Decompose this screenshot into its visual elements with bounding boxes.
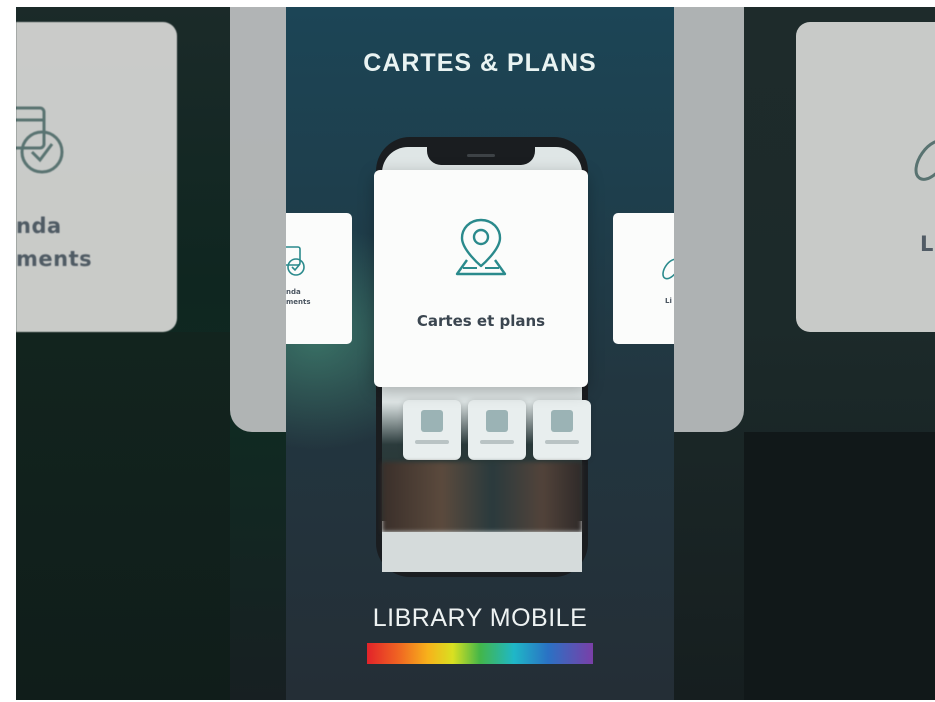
side-card-agenda[interactable]: nda ments bbox=[286, 213, 352, 344]
phone-bottom-nav bbox=[382, 532, 582, 572]
blurred-background-right-bottom bbox=[744, 432, 935, 700]
rainbow-bar bbox=[367, 643, 593, 664]
footer-title: LIBRARY MOBILE bbox=[372, 604, 588, 632]
card-label: Cartes et plans bbox=[416, 312, 546, 330]
link-icon bbox=[662, 258, 674, 280]
video-frame: nda ments L CARTES & PLANS nda ments Car… bbox=[16, 7, 935, 700]
blurred-background-left-bottom bbox=[16, 332, 230, 700]
blurred-card-right: L bbox=[796, 22, 935, 332]
calendar-check-icon bbox=[16, 106, 64, 174]
blurred-phone-right-edge bbox=[674, 7, 744, 432]
calendar-check-icon bbox=[286, 246, 305, 276]
app-tile bbox=[468, 400, 526, 460]
side-card-liens[interactable]: Li bbox=[613, 213, 674, 344]
app-tile bbox=[403, 400, 461, 460]
map-pin-icon bbox=[455, 218, 507, 276]
side-card-liens-label: Li bbox=[665, 297, 672, 305]
blurred-card-left: nda ments bbox=[16, 22, 177, 332]
phone-photo-banner bbox=[382, 462, 582, 532]
blurred-card-left-label: nda ments bbox=[16, 214, 93, 271]
blurred-card-right-label: L bbox=[920, 232, 934, 256]
app-tile bbox=[533, 400, 591, 460]
blurred-phone-left-edge bbox=[230, 7, 286, 432]
card-cartes-et-plans[interactable]: Cartes et plans bbox=[374, 170, 588, 387]
page-title: CARTES & PLANS bbox=[363, 49, 597, 77]
side-card-agenda-label: nda ments bbox=[286, 288, 311, 306]
link-icon bbox=[914, 139, 935, 181]
center-panel: CARTES & PLANS nda ments Cartes et plans… bbox=[286, 7, 674, 700]
phone-speaker bbox=[467, 154, 495, 157]
